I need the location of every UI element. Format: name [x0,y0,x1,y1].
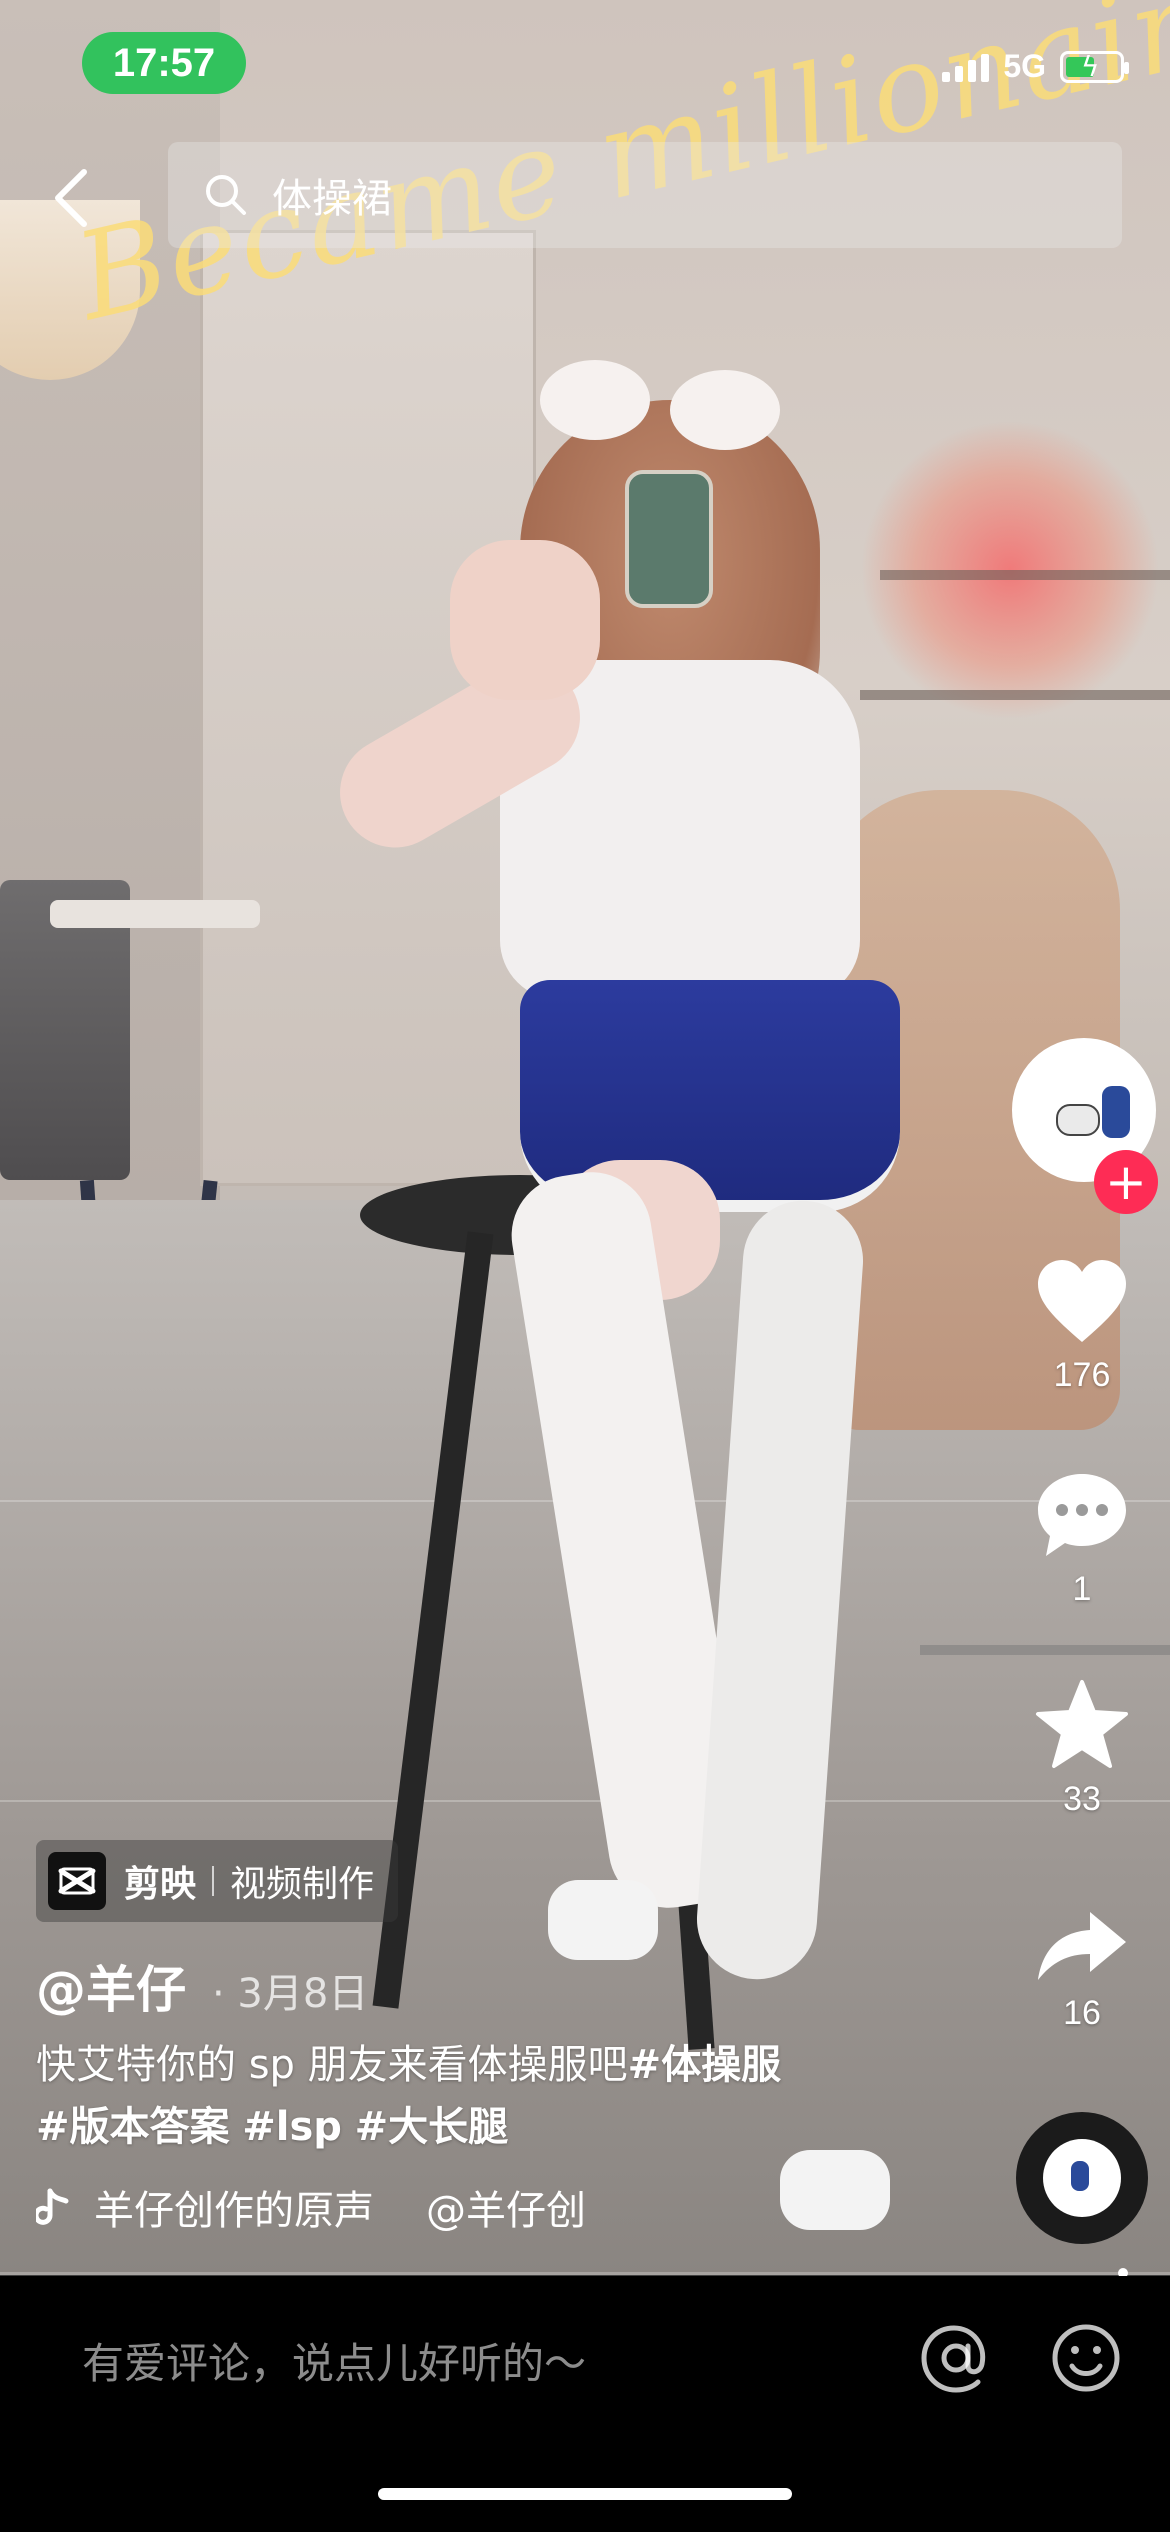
follow-button[interactable]: + [1094,1150,1158,1214]
capcut-logo-icon [48,1852,106,1910]
favorite-count: 33 [1063,1780,1101,1818]
hashtag[interactable]: #lsp [242,2104,342,2150]
person-phone [625,470,713,608]
capcut-label: 视频制作 [230,1864,375,1905]
comment-count: 1 [1072,1570,1092,1608]
video-player[interactable]: Became millionaire [0,0,1170,2275]
status-right: 5G ϟ [942,48,1129,85]
share-icon [1038,1912,1126,1980]
back-arrow-icon[interactable] [48,168,98,228]
home-indicator[interactable] [378,2488,792,2500]
music-info[interactable]: 羊仔创作的原声 @羊仔创 [36,2178,586,2236]
person-hand [450,540,600,700]
status-time-label: 17:57 [112,40,216,85]
share-button[interactable]: 16 [1030,1908,1134,2033]
search-query: 体操裙 [272,176,392,222]
post-caption: 快艾特你的 sp 朋友来看体操服吧#体操服 #版本答案 #lsp #大长腿 [36,2034,936,2158]
comment-icon [1038,1474,1126,1556]
floor-line [0,1800,1170,1802]
music-note-icon [36,2188,69,2225]
music-title: 羊仔创作的原声 [94,2188,374,2234]
capcut-separator [212,1866,215,1896]
comment-button[interactable]: 1 [1030,1470,1134,1609]
hashtag[interactable]: #体操服 [628,2042,782,2088]
ear [540,360,650,440]
author-name[interactable]: @羊仔 [36,1950,186,2022]
heart-icon [1038,1260,1126,1342]
music-author: @羊仔创 [426,2188,586,2234]
like-count: 176 [1053,1356,1111,1394]
post-date: · 3月8日 [212,1971,369,2017]
search-bar[interactable]: 体操裙 [168,142,1122,248]
avatar-sheep [1056,1104,1100,1136]
hashtag[interactable]: #版本答案 [36,2104,230,2150]
comment-input[interactable]: 有爱评论，说点儿好听的～ [82,2330,586,2391]
background-shelf [860,690,1170,700]
capcut-app-name: 剪映 [124,1864,197,1905]
emoji-icon[interactable] [1048,2320,1124,2396]
background-shelf [880,570,1170,580]
person-shoe [548,1880,658,1960]
hashtag[interactable]: #大长腿 [355,2104,509,2150]
author-line: @羊仔 · 3月8日 [36,1950,368,2022]
ear [670,370,780,450]
signal-icon [942,52,990,82]
music-disc-cover [1043,2139,1121,2217]
person-shoe [780,2150,890,2230]
background-table [50,900,260,928]
avatar-figure [1102,1086,1130,1138]
favorite-button[interactable]: 33 [1030,1678,1134,1819]
person-ears [540,360,780,450]
share-count: 16 [1063,1994,1101,2032]
at-icon[interactable] [918,2320,994,2396]
network-type: 5G [1003,48,1046,84]
caption-text: 快艾特你的 sp 朋友来看体操服吧 [36,2042,628,2088]
music-disc[interactable] [1016,2112,1148,2244]
star-icon [1036,1680,1128,1768]
capcut-tag[interactable]: 剪映 视频制作 [36,1840,399,1922]
battery-icon: ϟ [1060,50,1129,83]
status-time: 17:57 [82,32,246,94]
floor-line [920,1645,1170,1655]
search-icon [206,175,246,215]
like-button[interactable]: 176 [1030,1258,1134,1395]
